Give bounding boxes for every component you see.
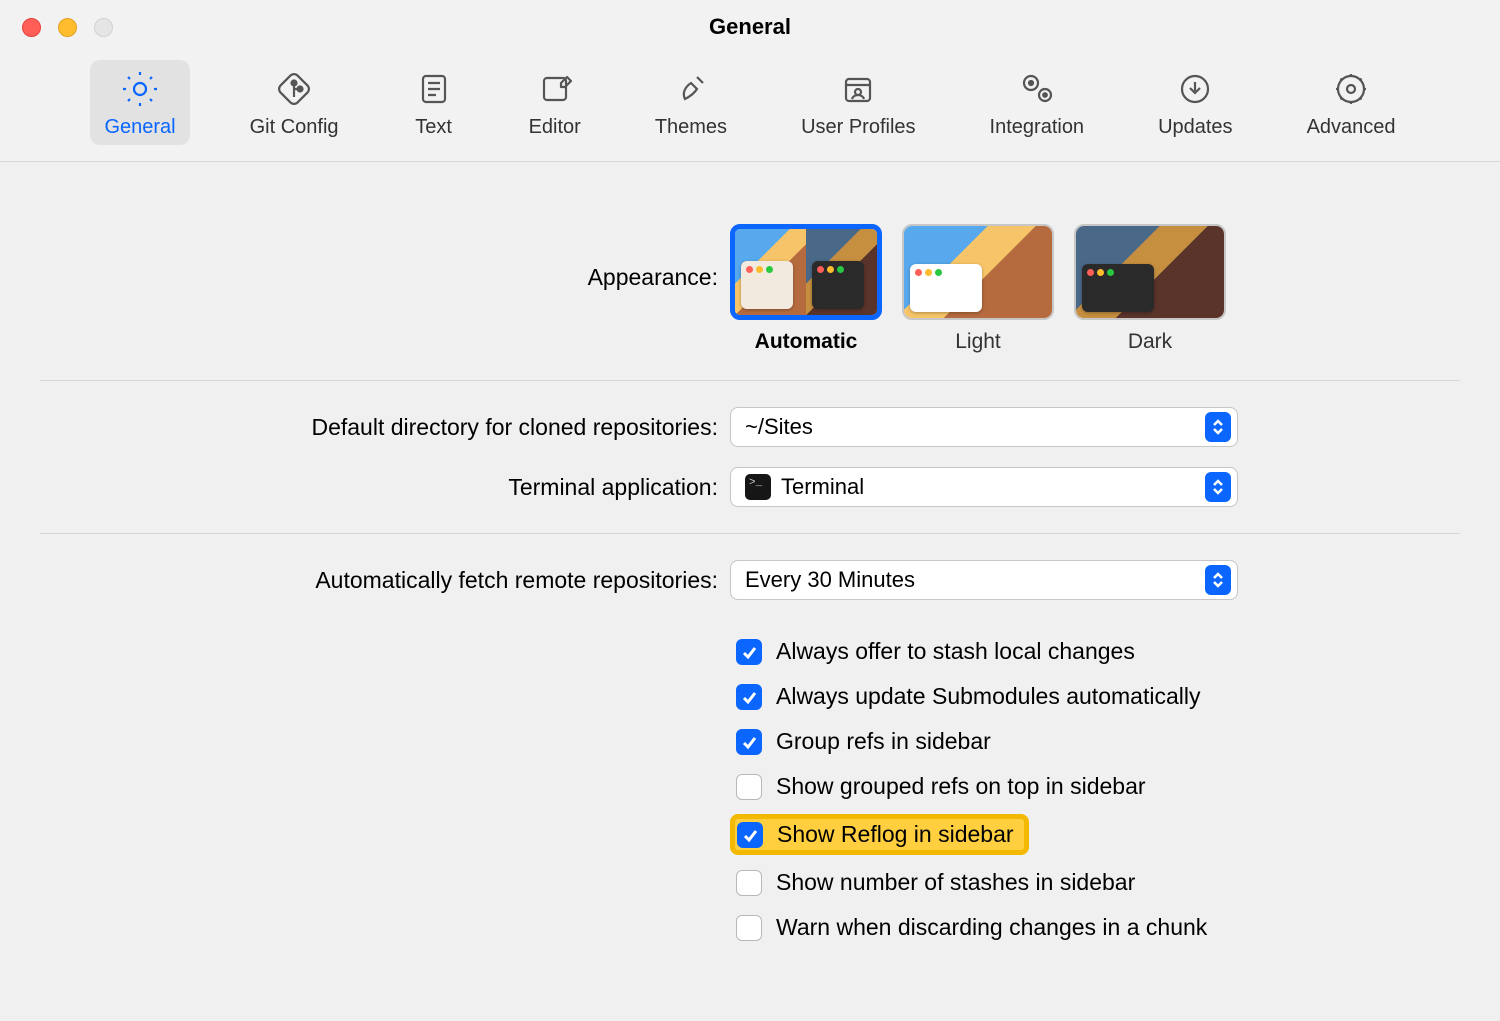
tab-label: General — [104, 116, 175, 139]
section-appearance: Appearance: Automatic Light — [40, 198, 1460, 381]
zoom-icon[interactable] — [94, 18, 113, 37]
check-group-refs[interactable]: Group refs in sidebar — [730, 724, 1213, 759]
editor-icon — [534, 68, 576, 110]
user-profiles-icon — [837, 68, 879, 110]
appearance-option-dark[interactable]: Dark — [1074, 224, 1226, 354]
appearance-option-light[interactable]: Light — [902, 224, 1054, 354]
tab-updates[interactable]: Updates — [1144, 60, 1247, 145]
tab-label: User Profiles — [801, 116, 915, 139]
checkbox-icon — [737, 822, 763, 848]
tab-label: Advanced — [1307, 116, 1396, 139]
stepper-icon — [1205, 412, 1231, 442]
text-icon — [413, 68, 455, 110]
integration-icon — [1016, 68, 1058, 110]
checkbox-icon — [736, 774, 762, 800]
fetch-combo[interactable]: Every 30 Minutes — [730, 560, 1238, 600]
git-icon — [273, 68, 315, 110]
check-label: Show grouped refs on top in sidebar — [776, 773, 1146, 800]
tab-integration[interactable]: Integration — [976, 60, 1099, 145]
check-label: Show Reflog in sidebar — [777, 821, 1014, 848]
updates-icon — [1174, 68, 1216, 110]
stepper-icon — [1205, 472, 1231, 502]
themes-icon — [670, 68, 712, 110]
close-icon[interactable] — [22, 18, 41, 37]
check-label: Group refs in sidebar — [776, 728, 991, 755]
tab-label: Themes — [655, 116, 727, 139]
tab-advanced[interactable]: Advanced — [1293, 60, 1410, 145]
appearance-option-automatic[interactable]: Automatic — [730, 224, 882, 354]
window-title: General — [0, 14, 1500, 40]
default-dir-label: Default directory for cloned repositorie… — [40, 414, 730, 441]
tab-git-config[interactable]: Git Config — [236, 60, 353, 145]
checks-column: Always offer to stash local changes Alwa… — [730, 620, 1213, 955]
check-label: Always update Submodules automatically — [776, 683, 1200, 710]
check-stash-changes[interactable]: Always offer to stash local changes — [730, 634, 1213, 669]
appearance-thumb — [730, 224, 882, 320]
tab-label: Integration — [990, 116, 1085, 139]
check-label: Always offer to stash local changes — [776, 638, 1135, 665]
checkbox-icon — [736, 684, 762, 710]
terminal-label: Terminal application: — [40, 474, 730, 501]
check-show-reflog[interactable]: Show Reflog in sidebar — [730, 814, 1029, 855]
appearance-options: Automatic Light Dark — [730, 224, 1226, 354]
appearance-thumb — [1074, 224, 1226, 320]
terminal-value: Terminal — [781, 474, 1205, 500]
appearance-caption: Dark — [1128, 330, 1172, 354]
appearance-caption: Light — [955, 330, 1001, 354]
tab-themes[interactable]: Themes — [641, 60, 741, 145]
section-fetch: Automatically fetch remote repositories:… — [40, 534, 1460, 981]
section-paths: Default directory for cloned repositorie… — [40, 381, 1460, 534]
tab-editor[interactable]: Editor — [515, 60, 595, 145]
checkbox-icon — [736, 639, 762, 665]
appearance-label: Appearance: — [40, 224, 730, 291]
default-dir-combo[interactable]: ~/Sites — [730, 407, 1238, 447]
check-label: Warn when discarding changes in a chunk — [776, 914, 1207, 941]
gear-icon — [119, 68, 161, 110]
terminal-combo[interactable]: Terminal — [730, 467, 1238, 507]
tab-text[interactable]: Text — [399, 60, 469, 145]
preferences-content: Appearance: Automatic Light — [0, 162, 1500, 1021]
terminal-icon — [745, 474, 771, 500]
advanced-icon — [1330, 68, 1372, 110]
tab-general[interactable]: General — [90, 60, 189, 145]
titlebar: General — [0, 0, 1500, 54]
check-warn-discard[interactable]: Warn when discarding changes in a chunk — [730, 910, 1213, 945]
appearance-caption: Automatic — [755, 330, 858, 354]
fetch-label: Automatically fetch remote repositories: — [40, 567, 730, 594]
tab-user-profiles[interactable]: User Profiles — [787, 60, 929, 145]
tab-label: Text — [415, 116, 452, 139]
checkbox-icon — [736, 870, 762, 896]
window-controls — [22, 18, 113, 37]
check-update-submodules[interactable]: Always update Submodules automatically — [730, 679, 1213, 714]
tab-label: Updates — [1158, 116, 1233, 139]
default-dir-value: ~/Sites — [745, 414, 1205, 440]
preferences-toolbar: General Git Config Text Editor Themes Us… — [0, 54, 1500, 162]
check-label: Show number of stashes in sidebar — [776, 869, 1135, 896]
fetch-value: Every 30 Minutes — [745, 567, 1205, 593]
checkbox-icon — [736, 915, 762, 941]
minimize-icon[interactable] — [58, 18, 77, 37]
stepper-icon — [1205, 565, 1231, 595]
tab-label: Git Config — [250, 116, 339, 139]
tab-label: Editor — [529, 116, 581, 139]
appearance-thumb — [902, 224, 1054, 320]
check-stashes-count[interactable]: Show number of stashes in sidebar — [730, 865, 1213, 900]
checkbox-icon — [736, 729, 762, 755]
check-grouped-refs-top[interactable]: Show grouped refs on top in sidebar — [730, 769, 1213, 804]
